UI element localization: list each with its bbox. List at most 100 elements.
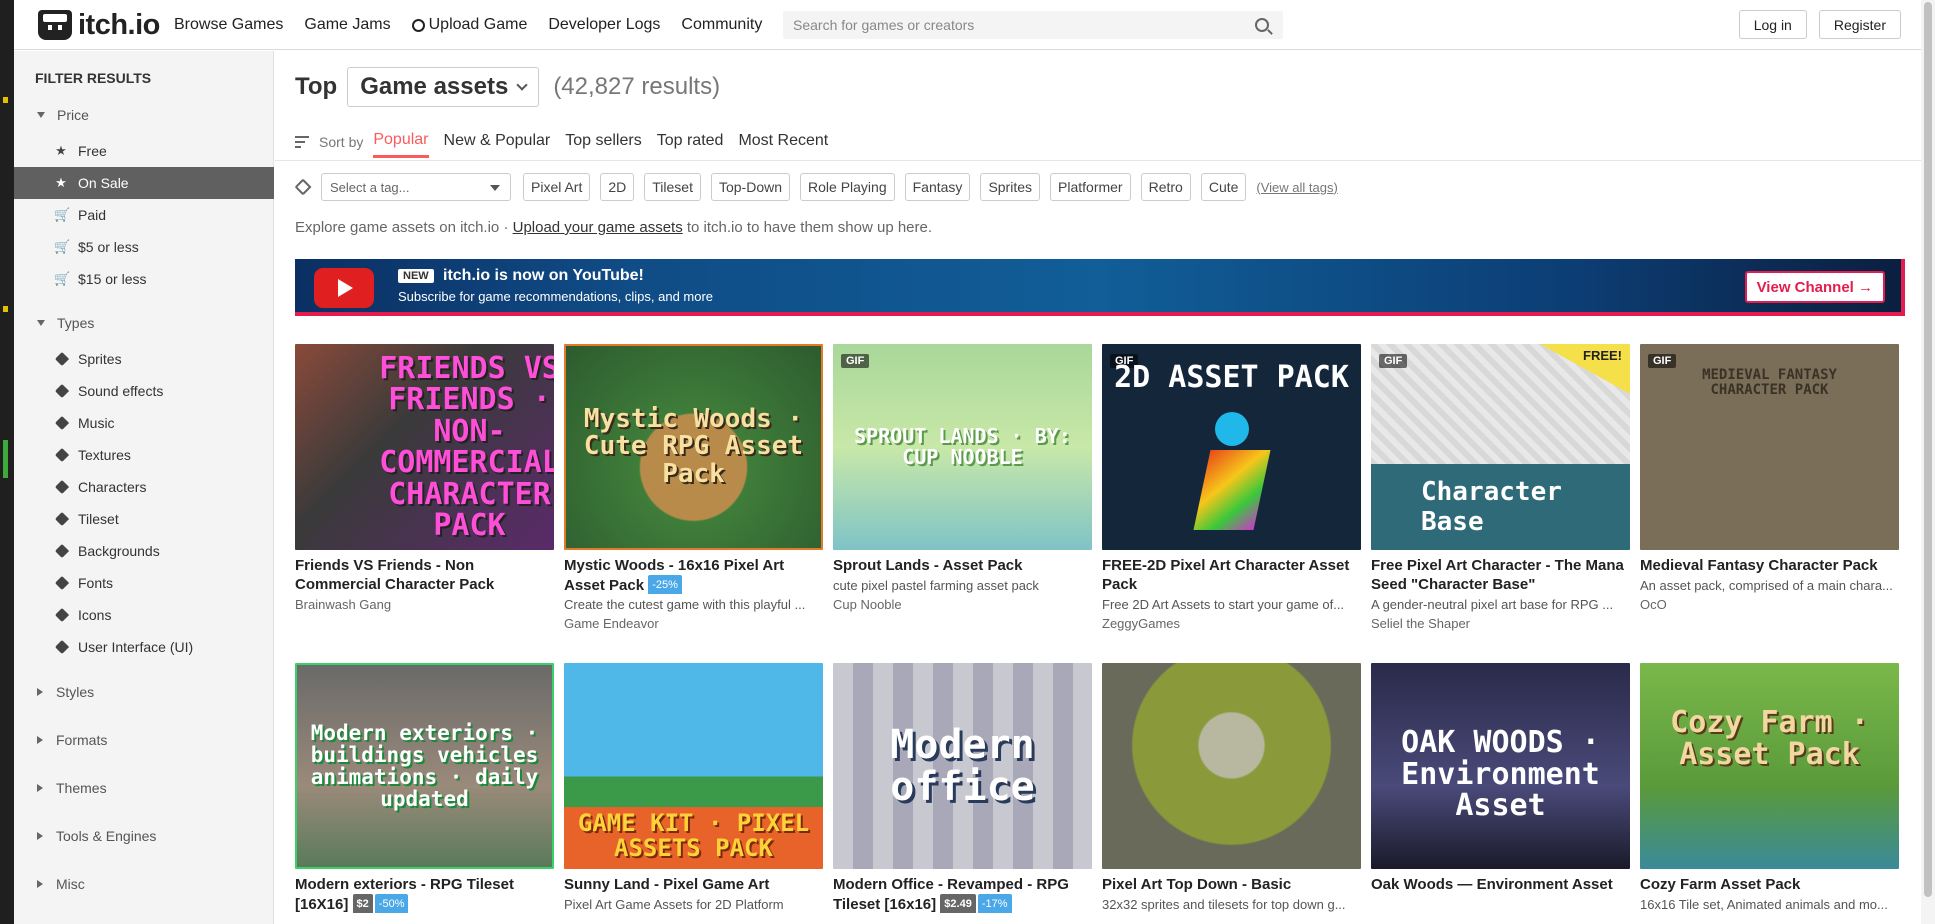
game-card[interactable]: GIF MEDIEVAL FANTASY CHARACTER PACK Medi… — [1640, 344, 1899, 613]
game-card[interactable]: Mystic Woods · Cute RPG Asset Pack Mysti… — [564, 344, 823, 632]
filter-type-sprites[interactable]: Sprites — [14, 343, 274, 375]
game-title[interactable]: Modern exteriors - RPG Tileset [16X16] $… — [295, 875, 554, 913]
game-thumbnail[interactable]: GIF 2D ASSET PACK — [1102, 344, 1361, 550]
game-thumbnail[interactable]: Modern exteriors · buildings vehicles an… — [295, 663, 554, 869]
tag-role-playing[interactable]: Role Playing — [800, 173, 895, 201]
game-author[interactable]: Game Endeavor — [564, 616, 823, 632]
sort-top-sellers[interactable]: Top sellers — [565, 128, 641, 156]
game-card[interactable]: GIF 2D ASSET PACK FREE-2D Pixel Art Char… — [1102, 344, 1361, 632]
window-edge — [0, 0, 14, 924]
game-title[interactable]: Friends VS Friends - Non Commercial Char… — [295, 556, 554, 594]
search-icon[interactable] — [1255, 18, 1269, 32]
game-thumbnail[interactable]: Mystic Woods · Cute RPG Asset Pack — [564, 344, 823, 550]
login-button[interactable]: Log in — [1738, 10, 1807, 39]
tag-cute[interactable]: Cute — [1200, 173, 1247, 201]
game-title[interactable]: Cozy Farm Asset Pack — [1640, 875, 1899, 894]
game-thumbnail[interactable]: Modern office — [833, 663, 1092, 869]
tag-tileset[interactable]: Tileset — [644, 173, 701, 201]
game-thumbnail[interactable]: OAK WOODS · Environment Asset — [1371, 663, 1630, 869]
game-title[interactable]: Pixel Art Top Down - Basic — [1102, 875, 1361, 894]
sort-most-recent[interactable]: Most Recent — [738, 128, 828, 156]
nav-developer-logs[interactable]: Developer Logs — [548, 16, 660, 34]
tag-fantasy[interactable]: Fantasy — [904, 173, 971, 201]
filter-price-paid[interactable]: 🛒 Paid — [14, 199, 274, 231]
price-group-toggle[interactable]: Price — [14, 103, 274, 127]
tag-retro[interactable]: Retro — [1140, 173, 1191, 201]
tag-select[interactable]: Select a tag... — [321, 173, 511, 201]
page-scrollbar[interactable] — [1921, 0, 1935, 924]
view-channel-button[interactable]: View Channel → — [1744, 271, 1885, 303]
styles-group-toggle[interactable]: Styles — [14, 680, 274, 704]
game-thumbnail[interactable]: GAME KIT · PIXEL ASSETS PACK — [564, 663, 823, 869]
youtube-banner[interactable]: NEW itch.io is now on YouTube! Subscribe… — [295, 259, 1905, 316]
themes-group-toggle[interactable]: Themes — [14, 776, 274, 800]
types-group-toggle[interactable]: Types — [14, 311, 274, 335]
tag-platformer[interactable]: Platformer — [1050, 173, 1131, 201]
game-card[interactable]: Pixel Art Top Down - Basic 32x32 sprites… — [1102, 663, 1361, 913]
nav-game-jams[interactable]: Game Jams — [304, 16, 390, 34]
filter-type-icons[interactable]: Icons — [14, 599, 274, 631]
game-title[interactable]: Modern Office - Revamped - RPG Tileset [… — [833, 875, 1092, 913]
game-thumbnail[interactable]: GIF SPROUT LANDS · BY: CUP NOOBLE — [833, 344, 1092, 550]
game-card[interactable]: Modern office Modern Office - Revamped -… — [833, 663, 1092, 913]
nav-browse-games[interactable]: Browse Games — [174, 16, 283, 34]
game-author[interactable]: Cup Nooble — [833, 597, 1092, 613]
formats-group-toggle[interactable]: Formats — [14, 728, 274, 752]
filter-type-characters[interactable]: Characters — [14, 471, 274, 503]
sort-top-rated[interactable]: Top rated — [657, 128, 724, 156]
game-card[interactable]: FRIENDS VS FRIENDS · NON-COMMERCIAL CHAR… — [295, 344, 554, 613]
tools-engines-group-toggle[interactable]: Tools & Engines — [14, 824, 274, 848]
filter-price-15-or-less[interactable]: 🛒 $15 or less — [14, 263, 274, 295]
game-author[interactable]: OcO — [1640, 597, 1899, 613]
game-card[interactable]: Modern exteriors · buildings vehicles an… — [295, 663, 554, 913]
game-title[interactable]: Medieval Fantasy Character Pack — [1640, 556, 1899, 575]
register-button[interactable]: Register — [1818, 10, 1901, 39]
misc-group-toggle[interactable]: Misc — [14, 872, 274, 896]
itchio-logo[interactable]: itch.io — [38, 9, 160, 41]
filter-type-sound-effects[interactable]: Sound effects — [14, 375, 274, 407]
filter-price-free[interactable]: ★ Free — [14, 135, 274, 167]
filter-type-music[interactable]: Music — [14, 407, 274, 439]
thumbnail-art-text: FRIENDS VS FRIENDS · NON-COMMERCIAL CHAR… — [379, 350, 554, 543]
category-dropdown[interactable]: Game assets — [347, 67, 540, 107]
search-input[interactable]: Search for games or creators — [783, 11, 1283, 39]
game-author[interactable]: Seliel the Shaper — [1371, 616, 1630, 632]
game-card[interactable]: GIF SPROUT LANDS · BY: CUP NOOBLE Sprout… — [833, 344, 1092, 613]
sort-popular[interactable]: Popular — [373, 127, 429, 158]
tag-2d[interactable]: 2D — [600, 173, 635, 201]
tag-sprites[interactable]: Sprites — [980, 173, 1041, 201]
filter-type-ui[interactable]: User Interface (UI) — [14, 631, 274, 663]
game-thumbnail[interactable]: GIF MEDIEVAL FANTASY CHARACTER PACK — [1640, 344, 1899, 550]
filter-type-tileset[interactable]: Tileset — [14, 503, 274, 535]
view-all-tags-link[interactable]: (View all tags) — [1256, 180, 1337, 195]
tag-top-down[interactable]: Top-Down — [710, 173, 791, 201]
game-card[interactable]: Cozy Farm · Asset Pack Cozy Farm Asset P… — [1640, 663, 1899, 913]
filter-type-backgrounds[interactable]: Backgrounds — [14, 535, 274, 567]
game-title[interactable]: Sprout Lands - Asset Pack — [833, 556, 1092, 575]
filter-price-on-sale[interactable]: ★ On Sale — [14, 167, 274, 199]
game-author[interactable]: Brainwash Gang — [295, 597, 554, 613]
filter-label: User Interface (UI) — [78, 639, 194, 655]
game-thumbnail[interactable]: GIF FREE! Character Base — [1371, 344, 1630, 550]
game-thumbnail[interactable]: Cozy Farm · Asset Pack — [1640, 663, 1899, 869]
game-card[interactable]: GAME KIT · PIXEL ASSETS PACK Sunny Land … — [564, 663, 823, 913]
game-title[interactable]: Free Pixel Art Character - The Mana Seed… — [1371, 556, 1630, 594]
filter-price-5-or-less[interactable]: 🛒 $5 or less — [14, 231, 274, 263]
filter-type-fonts[interactable]: Fonts — [14, 567, 274, 599]
game-thumbnail[interactable]: FRIENDS VS FRIENDS · NON-COMMERCIAL CHAR… — [295, 344, 554, 550]
game-title[interactable]: Sunny Land - Pixel Game Art — [564, 875, 823, 894]
game-author[interactable]: ZeggyGames — [1102, 616, 1361, 632]
tag-pixel-art[interactable]: Pixel Art — [523, 173, 591, 201]
game-card[interactable]: OAK WOODS · Environment Asset Oak Woods … — [1371, 663, 1630, 894]
sort-new-popular[interactable]: New & Popular — [444, 128, 551, 156]
game-title[interactable]: Oak Woods — Environment Asset — [1371, 875, 1630, 894]
upload-assets-link[interactable]: Upload your game assets — [513, 219, 683, 236]
game-title[interactable]: Mystic Woods - 16x16 Pixel Art Asset Pac… — [564, 556, 823, 594]
filter-type-textures[interactable]: Textures — [14, 439, 274, 471]
nav-community[interactable]: Community — [681, 16, 762, 34]
scrollbar-thumb[interactable] — [1924, 2, 1932, 897]
game-card[interactable]: GIF FREE! Character Base Free Pixel Art … — [1371, 344, 1630, 632]
nav-upload-game[interactable]: Upload Game — [411, 16, 527, 34]
game-thumbnail[interactable] — [1102, 663, 1361, 869]
game-title[interactable]: FREE-2D Pixel Art Character Asset Pack — [1102, 556, 1361, 594]
